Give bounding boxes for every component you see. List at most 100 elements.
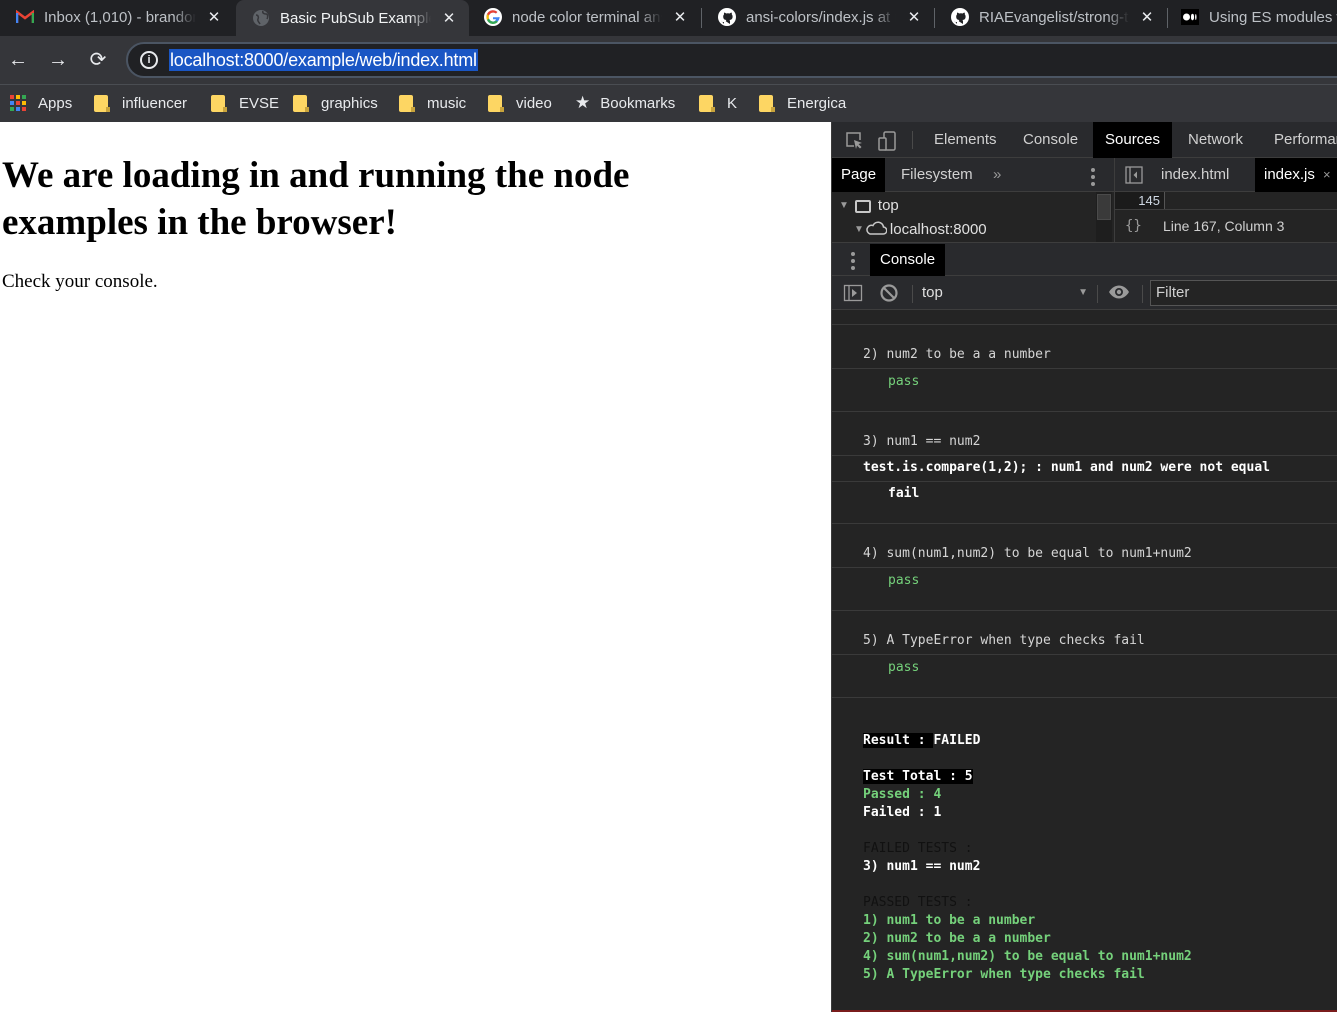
bookmark-evse[interactable]: EVSE	[211, 91, 279, 115]
console-message: pass	[832, 568, 1337, 611]
editor-tab-index-js[interactable]: index.js ×	[1255, 158, 1337, 192]
scrollbar-thumb[interactable]	[1097, 194, 1111, 220]
tab-title: Basic PubSub Example	[280, 9, 431, 27]
console-output: 2) num2 to be a a number pass 3) num1 ==…	[832, 310, 1337, 1012]
clear-console-icon[interactable]	[879, 283, 899, 303]
console-message: 2) num2 to be a a number	[832, 325, 1337, 369]
close-tab-icon[interactable]: ✕	[204, 8, 224, 26]
tree-item-label: top	[877, 197, 899, 214]
cloud-icon	[865, 219, 888, 242]
browser-tab-strip: Inbox (1,010) - brandon ✕ Basic PubSub E…	[0, 0, 1337, 36]
toolbar-divider	[1097, 285, 1098, 303]
reload-button[interactable]: ⟳	[84, 46, 112, 74]
address-bar[interactable]: i localhost:8000/example/web/index.html	[126, 42, 1337, 78]
more-tabs-icon[interactable]: »	[984, 158, 1010, 192]
tree-scrollbar[interactable]	[1096, 192, 1112, 242]
github-icon	[951, 8, 969, 26]
inspect-element-icon[interactable]	[845, 131, 865, 151]
console-message: test.is.compare(1,2); : num1 and num2 we…	[832, 456, 1337, 482]
devtools-tab-console[interactable]: Console	[1011, 122, 1090, 158]
tab-riaevangelist[interactable]: RIAEvangelist/strong-ty ✕	[935, 0, 1167, 34]
editor-status-bar: {} Line 167, Column 3	[1115, 211, 1337, 242]
tab-gmail-inbox[interactable]: Inbox (1,010) - brandon ✕	[0, 0, 234, 34]
bookmark-label: influencer	[122, 94, 188, 112]
live-expression-eye-icon[interactable]	[1108, 284, 1130, 304]
bookmark-energica[interactable]: Energica	[759, 91, 846, 115]
tree-item-label: localhost:8000	[889, 221, 987, 238]
tab-title: Using ES modules w	[1209, 8, 1337, 26]
folder-icon	[293, 94, 309, 112]
page-file-tree: ▼ top ▼ localhost:8000	[832, 192, 1114, 242]
bookmark-influencer[interactable]: influencer	[94, 91, 187, 115]
execution-context-select[interactable]: top ▼	[922, 276, 1088, 310]
cursor-position: Line 167, Column 3	[1163, 218, 1285, 234]
bookmark-k[interactable]: K	[699, 91, 737, 115]
devtools-tab-sources[interactable]: Sources	[1093, 122, 1173, 158]
bookmark-video[interactable]: video	[488, 91, 552, 115]
drawer-menu-icon[interactable]	[851, 252, 855, 273]
editor-tab-index-html[interactable]: index.html	[1152, 158, 1238, 192]
tree-item-origin[interactable]: ▼ localhost:8000	[854, 219, 987, 241]
code-editor[interactable]: 145 {} Line 167, Column 3	[1115, 192, 1337, 242]
bookmark-apps[interactable]: Apps	[10, 91, 72, 115]
drawer-toolbar: Console	[832, 242, 1337, 276]
bookmark-label: Apps	[38, 94, 73, 112]
tree-item-top[interactable]: ▼ top	[839, 195, 899, 217]
page-heading: We are loading in and running the node e…	[2, 155, 630, 243]
file-name: index.js	[1264, 166, 1315, 183]
test-result-pass: pass	[888, 374, 920, 389]
console-message: fail	[832, 482, 1337, 524]
bookmark-bookmarks[interactable]: ★ Bookmarks	[575, 91, 675, 115]
passed-tests-header: PASSED TESTS :	[863, 895, 973, 910]
back-button[interactable]: ←	[4, 46, 32, 74]
drawer-tab-console[interactable]: Console	[870, 244, 946, 276]
devtools-tab-network[interactable]: Network	[1176, 122, 1255, 158]
result-label: Result :	[863, 733, 934, 748]
bookmark-label: Bookmarks	[600, 94, 676, 112]
close-file-icon[interactable]: ×	[1323, 167, 1331, 182]
close-tab-icon[interactable]: ✕	[1137, 8, 1157, 26]
arrow-left-icon: ←	[8, 49, 28, 71]
context-value: top	[922, 284, 943, 301]
pretty-print-icon[interactable]: {}	[1125, 211, 1142, 242]
bookmark-graphics[interactable]: graphics	[293, 91, 378, 115]
sources-tab-page[interactable]: Page	[832, 158, 886, 192]
bookmark-label: video	[516, 94, 552, 112]
frame-icon	[854, 199, 871, 213]
passed-test-item: 1) num1 to be a number	[863, 913, 1036, 928]
folder-icon	[94, 94, 110, 112]
tab-ansi-colors[interactable]: ansi-colors/index.js at m ✕	[702, 0, 934, 34]
close-tab-icon[interactable]: ✕	[904, 8, 924, 26]
devtools-tab-elements[interactable]: Elements	[922, 122, 1009, 158]
tab-es-modules[interactable]: Using ES modules w	[1168, 0, 1337, 34]
close-tab-icon[interactable]: ✕	[670, 8, 690, 26]
toggle-navigator-icon[interactable]	[1125, 166, 1143, 188]
passed-test-item: 4) sum(num1,num2) to be equal to num1+nu…	[863, 949, 1192, 964]
browser-toolbar: ← → ⟳ i localhost:8000/example/web/index…	[0, 36, 1337, 84]
url-text[interactable]: localhost:8000/example/web/index.html	[169, 49, 478, 71]
github-icon	[718, 8, 736, 26]
console-toolbar: top ▼ Filter	[832, 276, 1337, 310]
navigator-menu-icon[interactable]	[1091, 168, 1095, 189]
result-value: FAILED	[933, 733, 981, 748]
tab-basic-pubsub[interactable]: Basic PubSub Example ✕	[236, 0, 469, 36]
close-tab-icon[interactable]: ✕	[439, 9, 459, 27]
star-icon: ★	[575, 93, 591, 112]
forward-button[interactable]: →	[44, 46, 72, 74]
console-filter-input[interactable]: Filter	[1150, 280, 1337, 306]
passed-count: Passed : 4	[863, 787, 942, 802]
bookmark-music[interactable]: music	[399, 91, 466, 115]
folder-icon	[399, 94, 415, 112]
bookmark-label: EVSE	[239, 94, 280, 112]
device-toolbar-icon[interactable]	[877, 131, 897, 151]
devtools-tab-performance[interactable]: Performance	[1262, 122, 1337, 158]
toolbar-divider	[912, 131, 913, 149]
info-icon[interactable]: i	[140, 51, 158, 69]
sources-tab-filesystem[interactable]: Filesystem	[892, 158, 982, 192]
tab-node-color-terminal[interactable]: node color terminal ansi ✕	[468, 0, 700, 34]
apps-icon	[10, 95, 26, 111]
sources-toolbar: Page Filesystem » index.html index.js ×	[832, 158, 1337, 192]
show-sidebar-icon[interactable]	[843, 283, 863, 303]
editor-line: 145	[1115, 192, 1337, 210]
tab-title: Inbox (1,010) - brandon	[44, 8, 196, 26]
